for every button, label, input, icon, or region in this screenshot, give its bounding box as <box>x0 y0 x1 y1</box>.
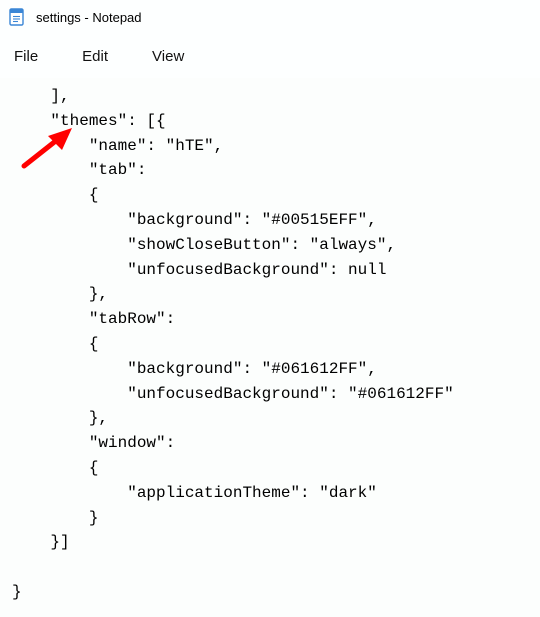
menu-view[interactable]: View <box>144 42 192 71</box>
notepad-icon <box>8 8 26 26</box>
title-bar: settings - Notepad <box>0 0 540 34</box>
menu-bar: File Edit View <box>0 34 540 78</box>
window-title: settings - Notepad <box>36 10 142 25</box>
menu-file[interactable]: File <box>6 42 46 71</box>
text-area[interactable]: ], "themes": [{ "name": "hTE", "tab": { … <box>0 78 540 617</box>
menu-edit[interactable]: Edit <box>74 42 116 71</box>
